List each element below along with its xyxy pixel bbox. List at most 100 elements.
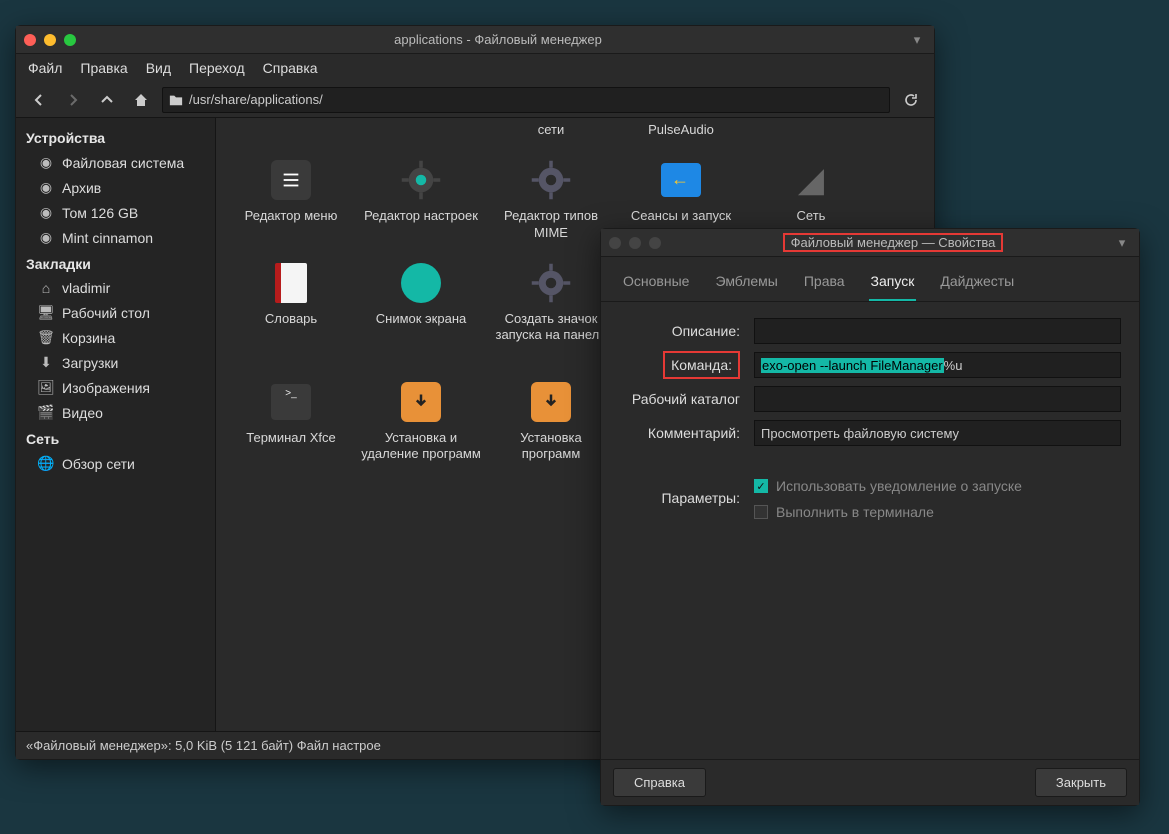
terminal-checkbox[interactable]: ✓: [754, 505, 768, 519]
menu-icon: [269, 158, 313, 202]
sidebar-item-mint[interactable]: ◉Mint cinnamon: [16, 225, 215, 250]
menu-chevron-icon[interactable]: ▾: [1113, 235, 1131, 251]
app-icon: [356, 122, 486, 152]
app-label: Создать значок запуска на панели: [491, 311, 611, 344]
tab-general[interactable]: Основные: [621, 267, 691, 301]
sidebar-devices-head: Устройства: [16, 124, 215, 150]
help-button[interactable]: Справка: [613, 768, 706, 797]
app-icon[interactable]: Словарь: [226, 255, 356, 374]
term-icon: [269, 380, 313, 424]
forward-button[interactable]: [60, 87, 86, 113]
menu-go[interactable]: Переход: [189, 60, 245, 76]
label-description: Описание:: [619, 323, 744, 339]
sidebar-item-filesystem[interactable]: ◉Файловая система: [16, 150, 215, 175]
book-icon: [269, 261, 313, 305]
tab-emblems[interactable]: Эмблемы: [713, 267, 779, 301]
up-button[interactable]: [94, 87, 120, 113]
app-icon[interactable]: Терминал Xfce: [226, 374, 356, 481]
workdir-input[interactable]: [754, 386, 1121, 412]
app-icon: [746, 122, 876, 152]
menu-file[interactable]: Файл: [28, 60, 62, 76]
path-input[interactable]: /usr/share/applications/: [162, 87, 890, 113]
app-icon[interactable]: Установка и удаление программ: [356, 374, 486, 481]
reload-button[interactable]: [898, 87, 924, 113]
trash-icon: 🗑: [38, 329, 54, 346]
archive-icon: ◉: [38, 179, 54, 196]
app-icon: [226, 122, 356, 152]
close-icon[interactable]: [609, 237, 621, 249]
app-icon[interactable]: сети: [486, 122, 616, 152]
app-label: Сеть: [797, 208, 826, 224]
menu-chevron-icon[interactable]: ▾: [908, 32, 926, 48]
menu-edit[interactable]: Правка: [80, 60, 127, 76]
status-text: «Файловый менеджер»: 5,0 KiB (5 121 байт…: [26, 738, 381, 753]
sidebar-item-images[interactable]: 🖼Изображения: [16, 375, 215, 400]
video-icon: 🎬: [38, 404, 54, 421]
gear-teal-icon: [399, 158, 443, 202]
description-input[interactable]: [754, 318, 1121, 344]
maximize-icon[interactable]: [649, 237, 661, 249]
sidebar-item-archive[interactable]: ◉Архив: [16, 175, 215, 200]
download-icon: ⬇: [38, 354, 54, 371]
maximize-icon[interactable]: [64, 34, 76, 46]
app-label: Словарь: [265, 311, 317, 327]
close-icon[interactable]: [24, 34, 36, 46]
app-icon[interactable]: Редактор настроек: [356, 152, 486, 255]
app-icon[interactable]: Редактор меню: [226, 152, 356, 255]
label-workdir: Рабочий каталог: [619, 391, 744, 407]
app-label: Установка и удаление программ: [361, 430, 481, 463]
disk-icon: ◉: [38, 204, 54, 221]
app-icon[interactable]: Установка программ: [486, 374, 616, 481]
sidebar-item-desktop[interactable]: 🖥Рабочий стол: [16, 300, 215, 325]
tab-digests[interactable]: Дайджесты: [938, 267, 1016, 301]
fm-titlebar: applications - Файловый менеджер ▾: [16, 26, 934, 54]
app-label: Установка программ: [491, 430, 611, 463]
gear-dark-icon: [529, 158, 573, 202]
app-icon[interactable]: Создать значок запуска на панели: [486, 255, 616, 374]
home-icon: ⌂: [38, 280, 54, 296]
globe-icon: 🌐: [38, 455, 54, 472]
menubar: Файл Правка Вид Переход Справка: [16, 54, 934, 82]
desktop-icon: 🖥: [38, 304, 54, 321]
comment-input[interactable]: Просмотреть файловую систему: [754, 420, 1121, 446]
props-titlebar: Файловый менеджер — Свойства ▾: [601, 229, 1139, 257]
notify-checkbox[interactable]: ✓: [754, 479, 768, 493]
toolbar: /usr/share/applications/: [16, 82, 934, 118]
sidebar-item-trash[interactable]: 🗑Корзина: [16, 325, 215, 350]
button-bar: Справка Закрыть: [601, 759, 1139, 805]
menu-view[interactable]: Вид: [146, 60, 171, 76]
tab-permissions[interactable]: Права: [802, 267, 847, 301]
minimize-icon[interactable]: [629, 237, 641, 249]
app-icon[interactable]: Снимок экрана: [356, 255, 486, 374]
app-label: Редактор настроек: [364, 208, 478, 224]
terminal-label: Выполнить в терминале: [776, 504, 934, 520]
shutter-icon: [399, 261, 443, 305]
command-input[interactable]: exo-open --launch FileManager %u: [754, 352, 1121, 378]
session-icon: [659, 158, 703, 202]
props-title: Файловый менеджер — Свойства: [673, 235, 1113, 250]
path-text: /usr/share/applications/: [189, 92, 323, 107]
sidebar-item-video[interactable]: 🎬Видео: [16, 400, 215, 425]
sidebar-item-network[interactable]: 🌐Обзор сети: [16, 451, 215, 476]
sidebar-item-downloads[interactable]: ⬇Загрузки: [16, 350, 215, 375]
tab-launch[interactable]: Запуск: [869, 267, 917, 301]
sidebar-item-volume[interactable]: ◉Том 126 GB: [16, 200, 215, 225]
minimize-icon[interactable]: [44, 34, 56, 46]
window-title: applications - Файловый менеджер: [88, 32, 908, 47]
dl-icon: [399, 380, 443, 424]
menu-help[interactable]: Справка: [263, 60, 318, 76]
back-button[interactable]: [26, 87, 52, 113]
app-label: Сеансы и запуск: [631, 208, 731, 224]
app-label: Снимок экрана: [376, 311, 467, 327]
close-button[interactable]: Закрыть: [1035, 768, 1127, 797]
image-icon: 🖼: [38, 379, 54, 396]
notify-label: Использовать уведомление о запуске: [776, 478, 1022, 494]
app-icon[interactable]: PulseAudio: [616, 122, 746, 152]
sidebar-bookmarks-head: Закладки: [16, 250, 215, 276]
sidebar-item-home[interactable]: ⌂vladimir: [16, 276, 215, 300]
disk-icon: ◉: [38, 154, 54, 171]
home-button[interactable]: [128, 87, 154, 113]
label-params: Параметры:: [619, 490, 744, 506]
app-label: Терминал Xfce: [246, 430, 336, 446]
app-icon[interactable]: Редактор типов MIME: [486, 152, 616, 255]
